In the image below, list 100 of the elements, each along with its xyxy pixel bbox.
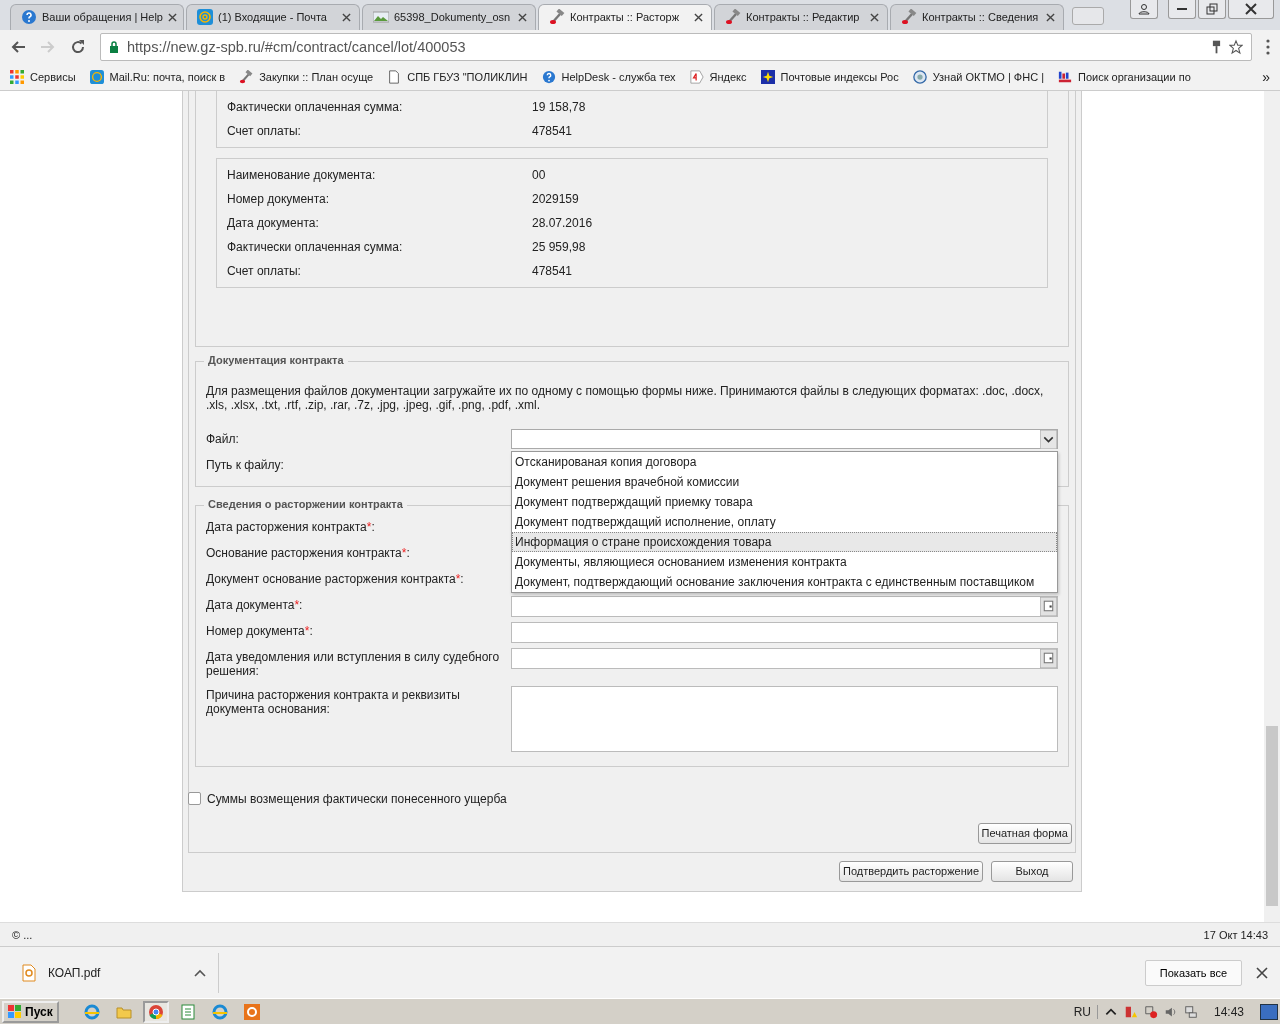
image-icon bbox=[373, 9, 389, 26]
dropdown-option[interactable]: Документ решения врачебной комиссии bbox=[512, 471, 1057, 492]
bookmark[interactable]: СПБ ГБУЗ "ПОЛИКЛИН bbox=[387, 69, 528, 84]
field-value: 00 bbox=[532, 167, 546, 182]
back-icon[interactable] bbox=[10, 38, 26, 55]
browser-tab[interactable]: Ваши обращения | Help bbox=[10, 3, 184, 30]
network-icon[interactable] bbox=[1183, 1004, 1198, 1019]
status-text: 17 Окт 14:43 bbox=[1203, 928, 1268, 941]
input-field[interactable] bbox=[511, 621, 1058, 643]
print-form-button[interactable]: Печатная форма bbox=[977, 822, 1072, 844]
clock: 14:43 bbox=[1213, 1004, 1244, 1019]
field-label: Причина расторжения контракта и реквизиты документа основания: bbox=[206, 686, 461, 716]
browser-e-icon bbox=[83, 1003, 100, 1020]
show-all-button[interactable]: Показать все bbox=[1144, 959, 1242, 986]
reload-icon[interactable] bbox=[70, 38, 86, 55]
field-label: Фактически оплаченная сумма: bbox=[227, 99, 404, 114]
lock-icon bbox=[109, 40, 119, 53]
browser-tab[interactable]: (1) Входящие - Почта bbox=[186, 3, 360, 30]
checkbox[interactable] bbox=[188, 792, 201, 806]
action-button[interactable]: Подтвердить расторжение bbox=[838, 860, 983, 882]
logo-icon bbox=[1058, 69, 1072, 84]
dropdown-option[interactable]: Документы, являющиеся основанием изменения контракта bbox=[512, 551, 1057, 572]
key-icon[interactable] bbox=[1212, 38, 1221, 55]
taskbar-app[interactable] bbox=[142, 1000, 169, 1023]
damages-checkbox[interactable]: Суммы возмещения фактически понесенного ущерба bbox=[188, 788, 507, 809]
bookmark[interactable]: Узнай ОКТМО | ФНС | bbox=[912, 69, 1044, 84]
tab-title: Ваши обращения | Help bbox=[42, 11, 163, 24]
close-icon[interactable] bbox=[1046, 12, 1055, 22]
bookmark[interactable]: Поиск организации по bbox=[1058, 69, 1191, 84]
tab-title: 65398_Dokumenty_osn bbox=[394, 11, 512, 24]
star-icon[interactable] bbox=[1229, 38, 1243, 55]
status-text: © ... bbox=[12, 928, 33, 941]
close-icon[interactable] bbox=[870, 12, 879, 22]
action-button[interactable]: Выход bbox=[991, 860, 1073, 882]
date-field[interactable] bbox=[511, 595, 1058, 617]
dropdown-option[interactable]: Документ подтверждащий исполнение, оплату bbox=[512, 511, 1057, 532]
fieldset-legend: Документация контракта bbox=[204, 353, 348, 366]
browser-tab[interactable]: 65398_Dokumenty_osn bbox=[362, 3, 536, 30]
scrollbar-thumb[interactable] bbox=[1266, 725, 1278, 906]
field-label: Документ основание расторжения контракта*: bbox=[206, 570, 465, 586]
browser-tab[interactable]: Контракты :: Сведения bbox=[890, 3, 1064, 30]
person-icon bbox=[1138, 3, 1150, 15]
spreadsheet-icon bbox=[179, 1003, 196, 1020]
menu-icon[interactable] bbox=[1266, 38, 1270, 55]
close-icon[interactable] bbox=[1256, 966, 1268, 979]
more-bookmarks-button[interactable]: » bbox=[1262, 68, 1270, 85]
help-icon bbox=[21, 9, 37, 26]
bookmark[interactable]: Почтовые индексы Рос bbox=[760, 69, 899, 84]
show-desktop-button[interactable] bbox=[1260, 1003, 1278, 1020]
dropdown-option[interactable]: Отсканированая копия договора bbox=[512, 451, 1057, 472]
field-label: Дата уведомления или вступления в силу судебного решения: bbox=[206, 648, 501, 678]
language-indicator[interactable]: RU bbox=[1073, 1004, 1098, 1019]
field-value: 19 158,78 bbox=[532, 99, 586, 114]
bookmark[interactable]: Закупки :: План осуще bbox=[239, 69, 374, 84]
reader-logo-icon bbox=[243, 1003, 260, 1020]
field-label: Фактически оплаченная сумма: bbox=[227, 239, 404, 254]
restore-button[interactable] bbox=[1198, 0, 1226, 19]
tab-title: Контракты :: Сведения bbox=[922, 11, 1040, 24]
close-icon bbox=[1245, 3, 1257, 15]
caret-up-icon[interactable] bbox=[194, 968, 206, 977]
bookmark[interactable]: HelpDesk - служба тех bbox=[541, 69, 676, 84]
browser-tab[interactable]: Контракты :: Редактир bbox=[714, 3, 888, 30]
tab-title: (1) Входящие - Почта bbox=[218, 11, 328, 24]
fieldset-legend: Сведения о расторжении контракта bbox=[204, 497, 407, 510]
date-field[interactable] bbox=[511, 647, 1058, 669]
dropdown-option[interactable]: Информация о стране происхождения товара bbox=[512, 531, 1057, 552]
close-icon[interactable] bbox=[518, 12, 527, 22]
dropdown-option[interactable]: Документ подтверждащий приемку товара bbox=[512, 491, 1057, 512]
bookmark[interactable]: Сервисы bbox=[10, 69, 76, 84]
dropdown-option[interactable]: Документ, подтверждающий основание заключения контракта с единственным поставщиком bbox=[512, 571, 1057, 592]
dropdown-arrow-icon[interactable] bbox=[1040, 429, 1057, 449]
browser-e-icon bbox=[211, 1003, 228, 1020]
field-value: 28.07.2016 bbox=[532, 215, 593, 230]
close-icon[interactable] bbox=[694, 12, 703, 22]
field-label: Путь к файлу: bbox=[206, 457, 285, 472]
bookmark[interactable]: Mail.Ru: почта, поиск в bbox=[89, 69, 226, 84]
field-label: Счет оплаты: bbox=[227, 123, 302, 138]
document-icon bbox=[387, 69, 402, 84]
close-icon[interactable] bbox=[342, 12, 351, 22]
download-item[interactable]: КОАП.pdf bbox=[22, 952, 219, 993]
field-label: Номер документа: bbox=[227, 191, 331, 206]
profile-button[interactable] bbox=[1130, 0, 1158, 19]
tab-title: Контракты :: Редактир bbox=[746, 11, 861, 24]
close-button[interactable] bbox=[1228, 0, 1274, 19]
windows-logo-icon bbox=[8, 1004, 22, 1019]
minimize-button[interactable] bbox=[1168, 0, 1196, 19]
bookmark[interactable]: Яндекс bbox=[689, 69, 747, 84]
calendar-icon[interactable] bbox=[1040, 596, 1057, 616]
address-bar[interactable]: https://new.gz-spb.ru/#cm/contract/cancel/lot/400053 bbox=[100, 32, 1252, 61]
calendar-icon[interactable] bbox=[1040, 648, 1057, 668]
browser-tab[interactable]: Контракты :: Расторж bbox=[538, 3, 712, 30]
hammer-icon bbox=[549, 9, 565, 26]
start-button[interactable]: Пуск bbox=[2, 1000, 59, 1023]
field-value: 478541 bbox=[532, 263, 573, 278]
field-label: Номер документа*: bbox=[206, 622, 314, 638]
scrollbar[interactable] bbox=[1264, 90, 1280, 923]
field-label: Файл: bbox=[206, 431, 240, 446]
warning-flag-icon[interactable] bbox=[1123, 1004, 1138, 1019]
text-area[interactable] bbox=[511, 685, 1058, 752]
close-icon[interactable] bbox=[167, 12, 177, 22]
